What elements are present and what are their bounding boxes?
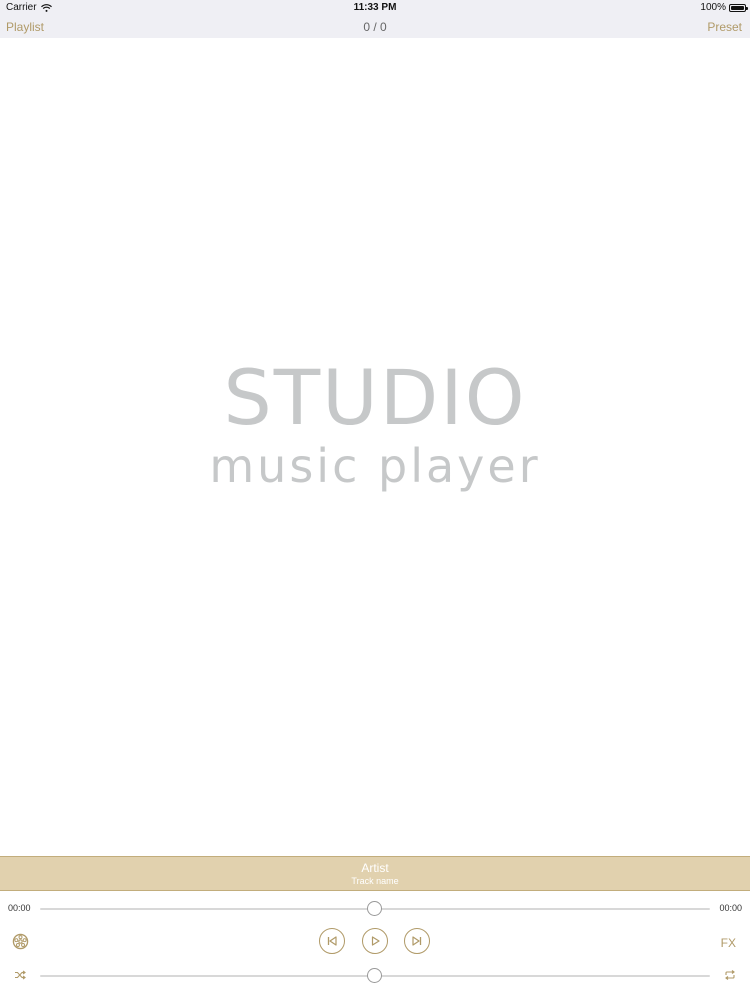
settings-wheel-icon[interactable] <box>12 933 29 950</box>
volume-slider-thumb[interactable] <box>367 968 382 983</box>
skip-previous-icon <box>327 936 337 946</box>
shuffle-icon[interactable] <box>14 969 26 981</box>
play-button[interactable] <box>362 928 388 954</box>
battery-icon <box>729 3 748 12</box>
album-artwork: STUDIO music player <box>0 38 750 856</box>
nav-bar: Playlist 0 / 0 Preset <box>0 16 750 38</box>
volume-slider[interactable] <box>40 968 710 983</box>
playback-controls: 00:00 00:00 FX <box>0 891 750 1000</box>
battery-group: 100% <box>700 2 748 13</box>
fx-button[interactable]: FX <box>721 936 736 950</box>
repeat-icon[interactable] <box>724 969 736 981</box>
app-logo: STUDIO music player <box>0 358 750 494</box>
status-bar: Carrier 11:33 PM 100% <box>0 0 750 16</box>
artist-label: Artist <box>361 861 389 875</box>
elapsed-time: 00:00 <box>8 903 31 913</box>
track-counter: 0 / 0 <box>363 20 387 34</box>
remaining-time: 00:00 <box>719 903 742 913</box>
track-info-bar: Artist Track name <box>0 856 750 891</box>
play-icon <box>371 936 380 946</box>
next-button[interactable] <box>404 928 430 954</box>
battery-percent: 100% <box>700 2 726 13</box>
track-name-label: Track name <box>351 876 399 886</box>
skip-next-icon <box>412 936 422 946</box>
preset-button[interactable]: Preset <box>707 20 742 34</box>
progress-slider-thumb[interactable] <box>367 901 382 916</box>
battery-fill <box>731 5 744 10</box>
previous-button[interactable] <box>319 928 345 954</box>
logo-title: STUDIO <box>223 353 527 442</box>
status-time: 11:33 PM <box>353 2 397 13</box>
progress-slider[interactable] <box>40 901 710 916</box>
logo-subtitle: music player <box>209 439 541 493</box>
